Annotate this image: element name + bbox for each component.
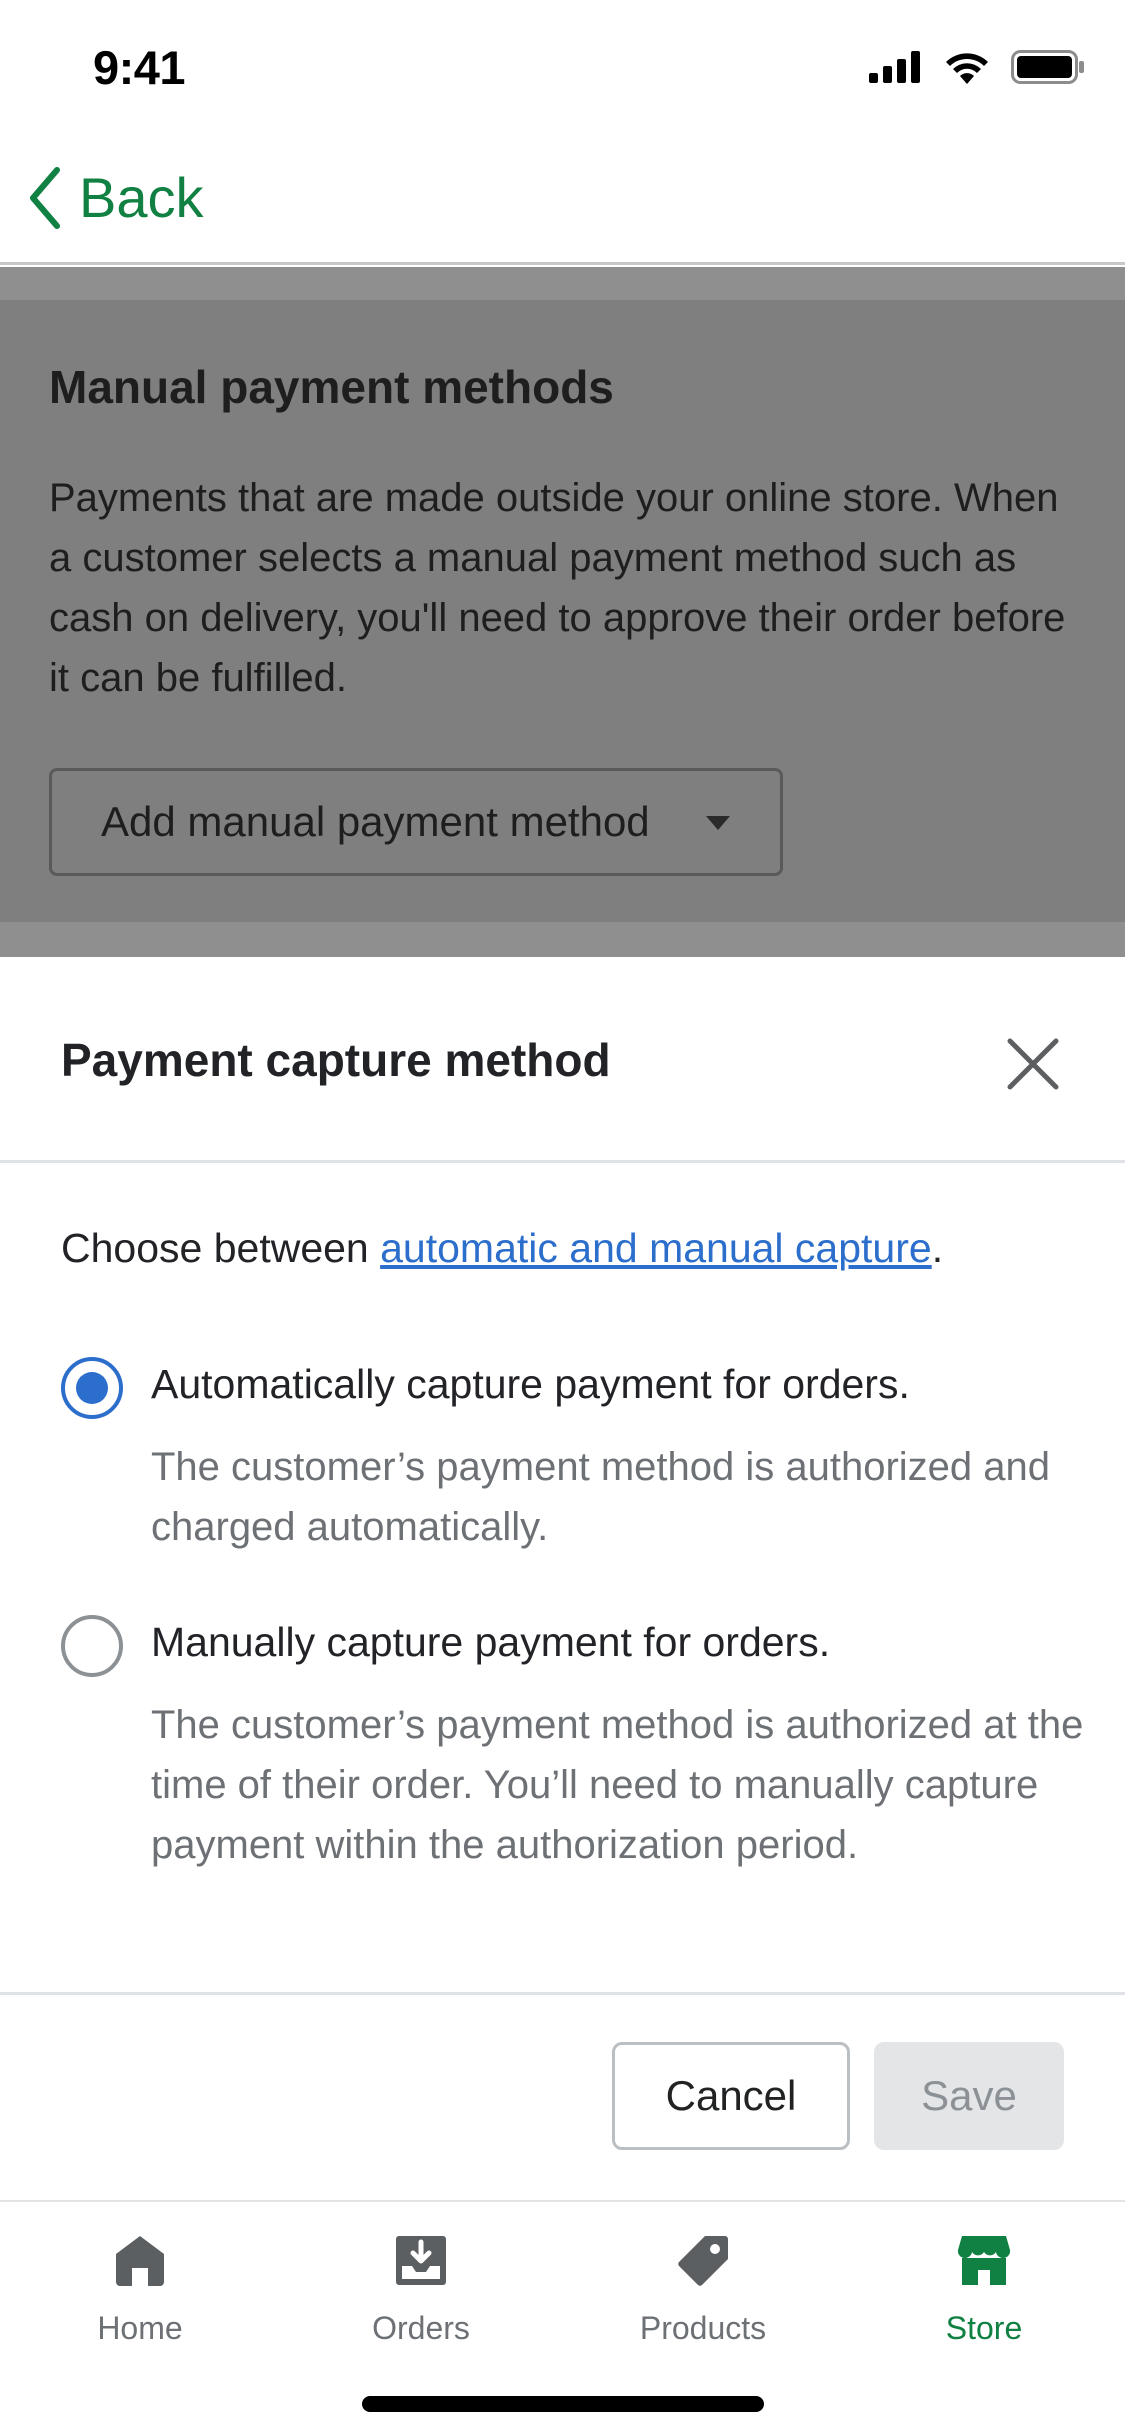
card-description: Payments that are made outside your onli… <box>49 476 1066 700</box>
add-manual-payment-method-select[interactable]: Add manual payment method <box>49 768 783 876</box>
radio-button-automatic[interactable] <box>61 1357 123 1419</box>
caret-down-icon <box>706 816 730 830</box>
home-icon <box>116 2236 164 2286</box>
radio-option-automatic[interactable]: Automatically capture payment for orders… <box>61 1357 1081 1557</box>
store-icon <box>957 2236 1011 2285</box>
modal-header: Payment capture method <box>0 957 1125 1163</box>
radio-label: Manually capture payment for orders. <box>151 1619 831 1665</box>
tab-label: Orders <box>372 2310 470 2346</box>
radio-label: Automatically capture payment for orders… <box>151 1361 910 1407</box>
radio-help-text: The customer’s payment method is authori… <box>151 1445 1051 1549</box>
battery-icon <box>1011 50 1084 84</box>
select-label: Add manual payment method <box>101 798 650 845</box>
tab-home[interactable]: Home <box>40 2232 240 2372</box>
wifi-icon <box>946 53 988 84</box>
back-label: Back <box>79 166 204 229</box>
status-time: 9:41 <box>93 41 186 94</box>
intro-suffix: . <box>931 1225 944 1271</box>
radio-button-manual[interactable] <box>61 1615 123 1677</box>
close-button[interactable] <box>1002 1033 1064 1095</box>
back-button[interactable]: Back <box>25 165 204 230</box>
tab-label: Products <box>639 2310 767 2346</box>
tab-label: Home <box>97 2310 183 2346</box>
tab-orders[interactable]: Orders <box>321 2232 521 2372</box>
card-title: Manual payment methods <box>49 361 614 413</box>
save-button[interactable]: Save <box>874 2042 1064 2150</box>
payment-capture-modal: Payment capture method Choose between au… <box>0 957 1125 2200</box>
home-indicator <box>362 2396 764 2412</box>
cellular-signal-icon <box>869 51 920 83</box>
tag-icon <box>678 2236 728 2286</box>
intro-text: Choose between automatic and manual capt… <box>61 1225 943 1272</box>
intro-prefix: Choose between <box>61 1225 381 1271</box>
close-icon <box>1007 1038 1059 1090</box>
radio-help-text: The customer’s payment method is authori… <box>151 1703 1084 1867</box>
orders-icon <box>396 2236 446 2285</box>
status-bar: 9:41 <box>0 0 1125 135</box>
tab-label: Store <box>945 2310 1023 2346</box>
modal-title: Payment capture method <box>61 1034 611 1086</box>
chevron-left-icon <box>30 166 60 229</box>
radio-option-manual[interactable]: Manually capture payment for orders. The… <box>61 1615 1083 1935</box>
navigation-bar: Back <box>0 135 1125 265</box>
cancel-button[interactable]: Cancel <box>612 2042 850 2150</box>
tab-products[interactable]: Products <box>603 2232 803 2372</box>
status-icons <box>869 50 1085 84</box>
tab-store[interactable]: Store <box>884 2232 1084 2372</box>
capture-docs-link[interactable]: automatic and manual capture <box>380 1225 932 1271</box>
